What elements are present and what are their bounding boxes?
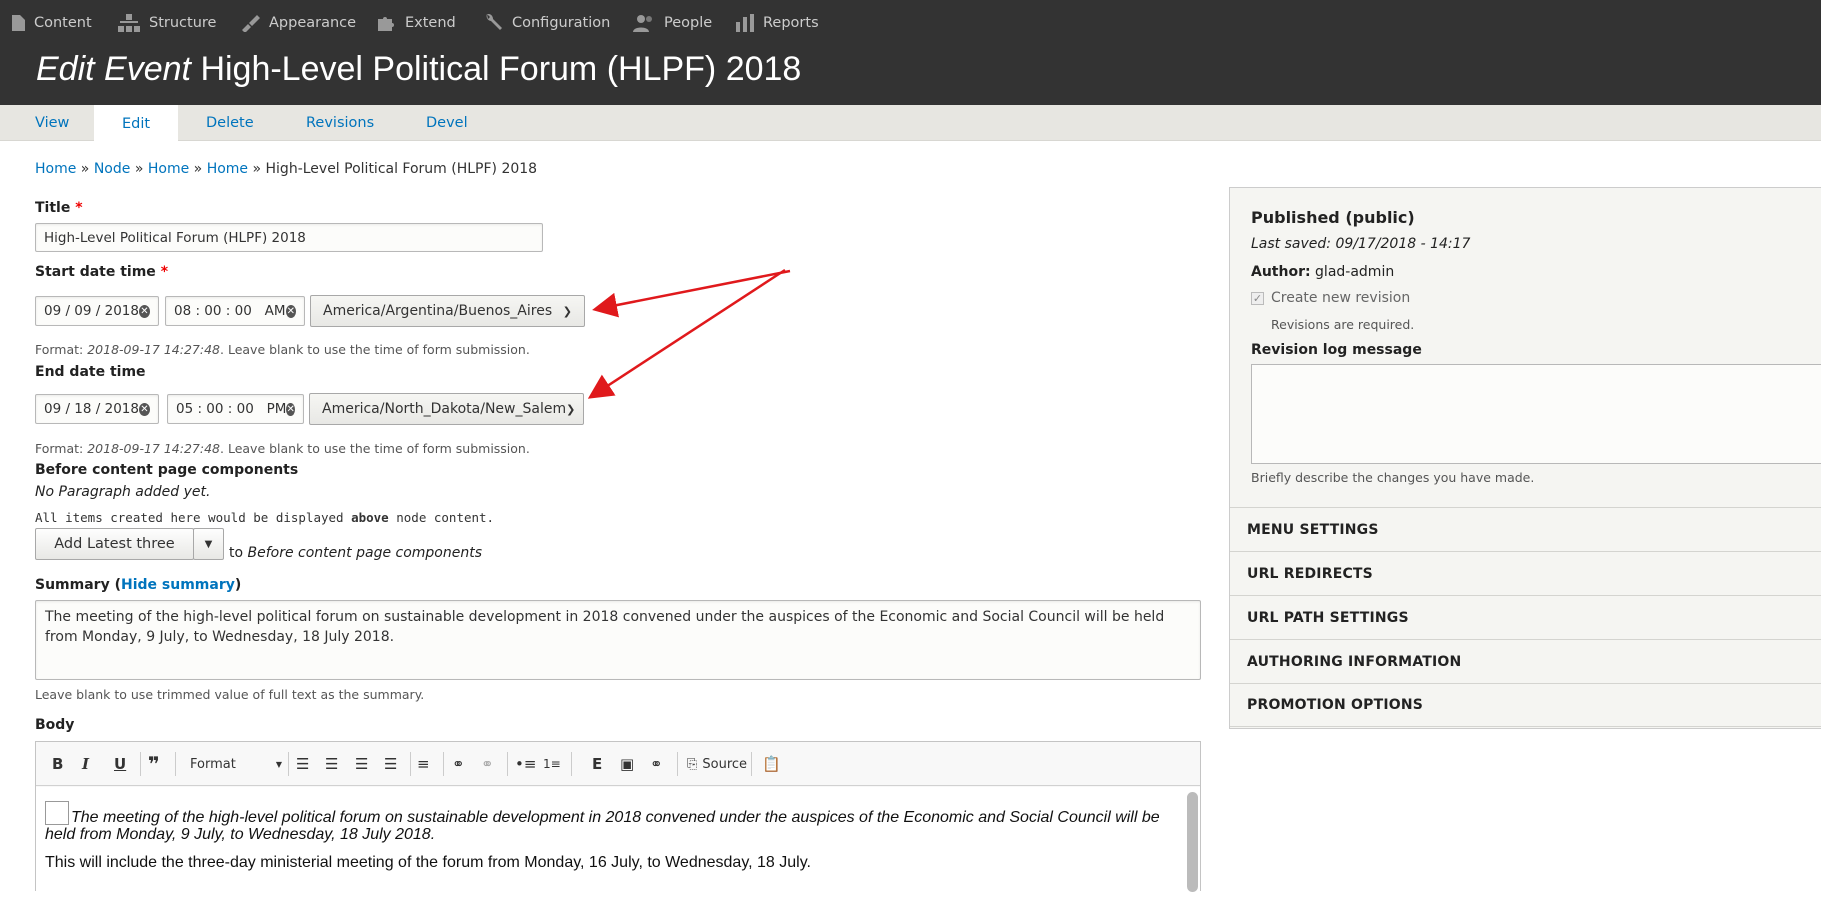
body-editor: B I U ❞ Format ▼ ☰ ☰ ☰ ☰ ≡ ⚭ ⚭ •≡ 1≡ E ▣…: [35, 741, 1201, 897]
align-left-icon[interactable]: ☰: [355, 754, 368, 774]
summary-help: Leave blank to use trimmed value of full…: [35, 687, 425, 702]
authoring-information-section[interactable]: Authoring information: [1230, 639, 1821, 683]
toolbar-separator: [751, 752, 752, 776]
author-value: glad-admin: [1315, 264, 1395, 280]
format-dropdown[interactable]: Format ▼: [190, 754, 282, 774]
last-saved-text: Last saved: 09/17/2018 - 14:17: [1251, 236, 1471, 252]
hide-summary-link[interactable]: Hide summary: [121, 577, 235, 593]
create-revision-checkbox[interactable]: ✓: [1251, 291, 1264, 305]
summary-label: Summary (Hide summary): [35, 577, 241, 593]
items-note: All items created here would be displaye…: [35, 510, 494, 525]
menu-settings-section[interactable]: Menu settings: [1230, 507, 1821, 551]
editor-paragraph-text: The meeting of the high-level political …: [45, 809, 1160, 843]
horizontal-line-icon[interactable]: ≡: [417, 754, 430, 774]
author-info: Author: glad-admin: [1251, 264, 1394, 280]
toolbar-separator: [443, 752, 444, 776]
items-note-suffix: node content.: [388, 510, 495, 525]
add-to-prefix: to: [229, 545, 248, 561]
publish-status: Published (public): [1251, 208, 1415, 227]
add-to-target-text: to Before content page components: [229, 545, 482, 561]
source-icon: ⎘: [687, 756, 698, 772]
add-dropdown-toggle[interactable]: ▼: [193, 528, 224, 560]
editor-scrollbar[interactable]: [1187, 792, 1198, 892]
editor-content[interactable]: The meeting of the high-level political …: [36, 787, 1200, 897]
items-note-bold: above: [351, 510, 389, 525]
embed-link-icon[interactable]: ⚭: [650, 754, 663, 774]
revision-log-help: Briefly describe the changes you have ma…: [1251, 470, 1535, 485]
toolbar-separator: [140, 752, 141, 776]
bold-icon[interactable]: B: [52, 754, 63, 774]
annotation-arrow: [592, 269, 791, 318]
toolbar-separator: [677, 752, 678, 776]
revisions-required-help: Revisions are required.: [1271, 317, 1415, 332]
add-to-target: Before content page components: [247, 545, 483, 561]
format-dropdown-label: Format: [190, 756, 236, 772]
url-redirects-section[interactable]: URL redirects: [1230, 551, 1821, 595]
chevron-down-icon: ▼: [275, 759, 282, 769]
summary-label-text: Summary (: [35, 577, 121, 593]
toolbar-separator: [507, 752, 508, 776]
summary-textarea[interactable]: The meeting of the high-level political …: [35, 600, 1201, 680]
editor-paragraph: The meeting of the high-level political …: [45, 801, 1174, 843]
unlink-icon[interactable]: ⚭: [481, 754, 494, 774]
editor-paragraph: This will include the three-day minister…: [45, 854, 811, 871]
bulleted-list-icon[interactable]: •≡: [515, 754, 536, 774]
align-center-icon[interactable]: ☰: [325, 754, 338, 774]
align-justify-icon[interactable]: ☰: [384, 754, 397, 774]
entity-meta-sidebar: Published (public) Last saved: 09/17/201…: [1229, 187, 1821, 729]
summary-line: The meeting of the high-level political …: [45, 609, 1165, 625]
paste-icon[interactable]: 📋: [762, 754, 781, 774]
underline-icon[interactable]: U: [114, 754, 126, 774]
entity-embed-icon[interactable]: E: [592, 754, 602, 774]
media-embed-icon[interactable]: ▣: [620, 754, 634, 774]
revision-log-textarea[interactable]: [1251, 364, 1821, 464]
components-label: Before content page components: [35, 462, 299, 478]
italic-icon[interactable]: I: [82, 754, 89, 774]
source-label: Source: [702, 756, 748, 772]
link-icon[interactable]: ⚭: [452, 754, 465, 774]
revision-log-label: Revision log message: [1251, 342, 1422, 358]
author-label: Author:: [1251, 264, 1311, 280]
toolbar-separator: [410, 752, 411, 776]
no-paragraph-text: No Paragraph added yet.: [35, 484, 211, 500]
url-path-settings-section[interactable]: URL path settings: [1230, 595, 1821, 639]
editor-toolbar: B I U ❞ Format ▼ ☰ ☰ ☰ ☰ ≡ ⚭ ⚭ •≡ 1≡ E ▣…: [36, 742, 1200, 786]
promotion-options-section[interactable]: Promotion options: [1230, 683, 1821, 727]
image-placeholder-icon: [45, 801, 69, 825]
summary-line: from Monday, 9 July, to Wednesday, 18 Ju…: [45, 629, 395, 645]
create-revision-label: Create new revision: [1271, 290, 1411, 306]
align-right-icon[interactable]: ☰: [296, 754, 309, 774]
last-saved: Last saved: 09/17/2018 - 14:17: [1251, 236, 1470, 252]
chevron-down-icon: ▼: [204, 538, 213, 550]
add-latest-three-button[interactable]: Add Latest three: [35, 528, 194, 560]
source-button[interactable]: ⎘ Source: [687, 754, 747, 774]
summary-label-close: ): [234, 577, 242, 593]
toolbar-separator: [175, 752, 176, 776]
numbered-list-icon[interactable]: 1≡: [543, 754, 561, 774]
items-note-prefix: All items created here would be displaye…: [35, 510, 352, 525]
toolbar-separator: [288, 752, 289, 776]
annotation-arrow: [587, 268, 786, 399]
toolbar-separator: [571, 752, 572, 776]
create-revision-row: ✓ Create new revision: [1251, 290, 1410, 306]
blockquote-icon[interactable]: ❞: [148, 752, 160, 776]
body-label: Body: [35, 717, 75, 733]
